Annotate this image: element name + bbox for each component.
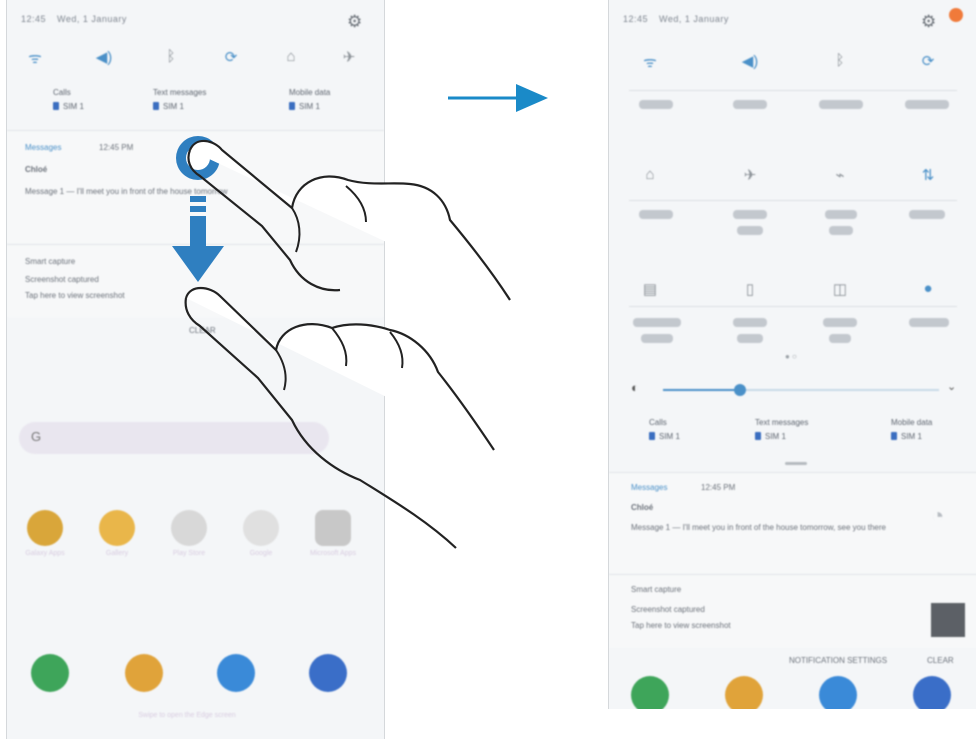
tile-label — [737, 334, 763, 343]
status-date: Wed, 1 January — [659, 14, 729, 24]
flashlight-icon[interactable]: ⌂ — [635, 166, 665, 183]
divider — [629, 306, 957, 307]
notification-title: Screenshot captured — [631, 605, 705, 614]
sound-icon[interactable]: ◀) — [735, 52, 765, 70]
auto-rotate-icon[interactable]: ⟳ — [913, 52, 943, 70]
notification-app-name: Smart capture — [631, 585, 682, 594]
screenshot-thumbnail[interactable] — [931, 603, 965, 637]
tile-label — [641, 334, 673, 343]
chevron-down-icon[interactable]: ⌄ — [947, 380, 956, 393]
notification-body: Message 1 — I'll meet you in front of th… — [631, 523, 886, 532]
status-bar: 12:45 Wed, 1 January ⚙ — [609, 0, 976, 40]
tile-label — [633, 318, 681, 327]
tile-label — [733, 210, 767, 219]
mobile-data-icon[interactable]: ⇅ — [913, 166, 943, 184]
right-phone-screen: 12:45 Wed, 1 January ⚙ ᯤ ◀) ᛒ ⟳ ⌂ ✈ ⌁ ⇅ — [608, 0, 976, 709]
sim-calls-sub: SIM 1 — [659, 432, 680, 441]
tile-label — [733, 318, 767, 327]
divider — [629, 90, 957, 91]
notification-footer: NOTIFICATION SETTINGS CLEAR — [609, 648, 976, 672]
tile-label — [909, 210, 945, 219]
notification-app-name: Messages — [631, 483, 668, 492]
wifi-icon[interactable]: ᯤ — [635, 52, 665, 72]
messages-icon[interactable] — [819, 676, 857, 709]
bluetooth-icon[interactable]: ᛒ — [825, 52, 855, 69]
tile-label — [829, 226, 853, 235]
sim-data-label[interactable]: Mobile data — [891, 418, 932, 427]
tile-label — [829, 334, 851, 343]
notification-time: 12:45 PM — [701, 483, 736, 492]
drag-handle[interactable] — [785, 462, 807, 465]
notification-card[interactable]: Smart capture Screenshot captured Tap he… — [609, 574, 976, 649]
brightness-icon: ◐ — [631, 380, 639, 395]
tile-label — [909, 318, 949, 327]
notification-card[interactable]: Messages 12:45 PM Chloé Message 1 — I'll… — [609, 472, 976, 573]
power-saving-icon[interactable]: ⌁ — [825, 166, 855, 184]
notification-body: Tap here to view screenshot — [631, 621, 731, 630]
tile-label — [823, 318, 857, 327]
tile-label — [639, 100, 673, 109]
divider — [629, 200, 957, 201]
tile-label — [819, 100, 863, 109]
hotspot-icon[interactable]: ◫ — [825, 280, 855, 298]
screenshot-icon[interactable]: ▤ — [635, 280, 665, 298]
status-time: 12:45 — [623, 14, 649, 24]
sim-text-sub: SIM 1 — [765, 432, 786, 441]
sim-calls-label[interactable]: Calls — [649, 418, 667, 427]
tile-label — [737, 226, 763, 235]
phone-icon[interactable] — [631, 676, 669, 709]
document-icon[interactable]: ▯ — [735, 280, 765, 298]
notification-title: Chloé — [631, 503, 654, 512]
sim-icon — [891, 432, 897, 440]
slider-fill — [663, 389, 741, 391]
slider-thumb[interactable] — [734, 384, 747, 396]
sim-data-sub: SIM 1 — [901, 432, 922, 441]
contacts-icon[interactable] — [725, 676, 763, 709]
notification-settings-button[interactable]: NOTIFICATION SETTINGS — [789, 656, 887, 665]
tile-label — [733, 100, 767, 109]
sim-text-label[interactable]: Text messages — [755, 418, 808, 427]
tile-label — [905, 100, 949, 109]
profile-badge-icon[interactable] — [949, 8, 963, 22]
camera-icon[interactable] — [913, 676, 951, 709]
clear-button[interactable]: CLEAR — [927, 656, 954, 665]
transition-arrow-icon — [448, 84, 548, 112]
page-indicator: ● ○ — [785, 352, 797, 361]
sim-icon — [649, 432, 655, 440]
tile-label — [825, 210, 857, 219]
airplane-icon[interactable]: ✈ — [735, 166, 765, 184]
tile-label — [639, 210, 673, 219]
location-icon[interactable]: ● — [913, 280, 943, 297]
reply-icon[interactable]: ◔ — [931, 503, 944, 529]
gear-icon[interactable]: ⚙ — [921, 12, 936, 32]
sim-icon — [755, 432, 761, 440]
swipe-down-arrow-icon — [172, 196, 224, 282]
